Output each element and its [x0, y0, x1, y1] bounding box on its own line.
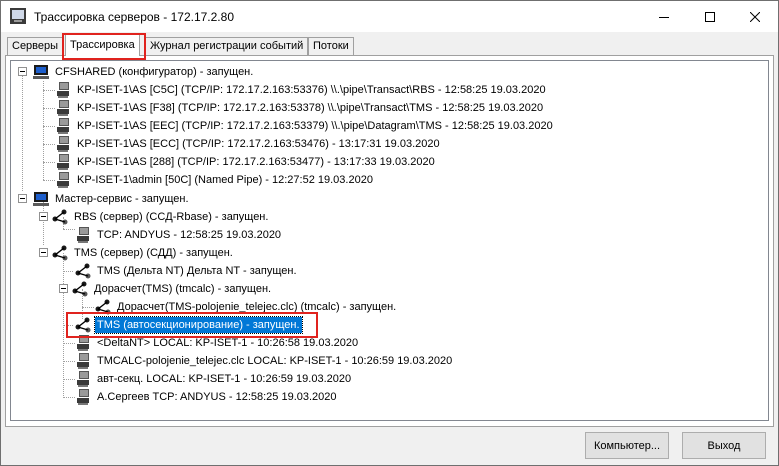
network-service-icon [75, 263, 91, 279]
tree-node-autosection-selected[interactable]: TMS (автосекционирование) - запущен. [74, 316, 303, 334]
tab-label: Журнал регистрации событий [150, 40, 304, 52]
tree-node-tms-server[interactable]: TMS (сервер) (СДД) - запущен. [51, 244, 235, 262]
window-title: Трассировка серверов - 172.17.2.80 [34, 10, 234, 24]
tree-node-tmcalc-polojenie[interactable]: Дорасчет(TMS-polojenie_telejec.clc) (tmc… [94, 298, 398, 316]
collapse-toggle[interactable] [39, 212, 48, 221]
maximize-button[interactable] [687, 1, 733, 32]
tree-node-label: CFSHARED (конфигуратор) - запущен. [55, 66, 254, 78]
tab-strip: Серверы Трассировка Журнал регистрации с… [5, 34, 773, 56]
tree-node-label: KP-ISET-1\AS [F38] (TCP/IP: 172.17.2.163… [77, 102, 544, 114]
client-icon [57, 82, 69, 98]
collapse-toggle[interactable] [18, 194, 27, 203]
tree-node-label: Мастер-сервис - запущен. [55, 193, 189, 205]
computer-button[interactable]: Компьютер... [585, 432, 669, 459]
tab-event-log[interactable]: Журнал регистрации событий [145, 37, 309, 56]
tree-node-label: KP-ISET-1\AS [C5C] (TCP/IP: 172.17.2.163… [77, 84, 546, 96]
client-icon [57, 136, 69, 152]
network-service-icon [72, 281, 88, 297]
tree-node-label: TMS (автосекционирование) - запущен. [94, 316, 303, 334]
client-icon [57, 118, 69, 134]
tree-node-label: KP-ISET-1\AS [ECC] (TCP/IP: 172.17.2.163… [77, 138, 440, 150]
tree-line [82, 307, 94, 308]
tree-line [43, 81, 44, 180]
tree-node-client[interactable]: авт-секц. LOCAL: KP-ISET-1 - 10:26:59 19… [74, 370, 353, 388]
close-button[interactable] [732, 1, 778, 32]
tree-node-master-service[interactable]: Мастер-сервис - запущен. [32, 190, 191, 208]
tree-node-client[interactable]: KP-ISET-1\AS [ECC] (TCP/IP: 172.17.2.163… [54, 135, 442, 153]
close-icon [750, 11, 760, 22]
client-icon [77, 389, 89, 405]
computer-icon [33, 65, 49, 79]
tab-label: Трассировка [70, 39, 135, 51]
tree-node-tmcalc[interactable]: Дорасчет(TMS) (tmcalc) - запущен. [71, 280, 273, 298]
tree-node-cfshared[interactable]: CFSHARED (конфигуратор) - запущен. [32, 63, 255, 81]
tree-node-tms-delta[interactable]: TMS (Дельта NT) Дельта NT - запущен. [74, 262, 299, 280]
network-service-icon [95, 299, 111, 315]
client-icon [57, 100, 69, 116]
tree-node-label: Дорасчет(TMS) (tmcalc) - запущен. [94, 283, 272, 295]
client-icon [57, 154, 69, 170]
tab-servers[interactable]: Серверы [7, 37, 64, 56]
title-bar[interactable]: Трассировка серверов - 172.17.2.80 [1, 1, 778, 32]
tree-node-label: RBS (сервер) (СCД-Rbase) - запущен. [74, 211, 269, 223]
collapse-toggle[interactable] [59, 284, 68, 293]
network-service-icon [52, 245, 68, 261]
tree-node-client[interactable]: KP-ISET-1\AS [288] (TCP/IP: 172.17.2.163… [54, 153, 437, 171]
tree-node-label: KP-ISET-1\AS [EEC] (TCP/IP: 172.17.2.163… [77, 120, 553, 132]
computer-icon [33, 192, 49, 206]
tree-node-label: TMCALC-polojenie_telejec.clc LOCAL: KP-I… [97, 355, 453, 367]
trace-servers-window: Трассировка серверов - 172.17.2.80 Серве… [0, 0, 779, 466]
tree-node-client[interactable]: KP-ISET-1\AS [F38] (TCP/IP: 172.17.2.163… [54, 99, 545, 117]
collapse-toggle[interactable] [39, 248, 48, 257]
tree-node-client[interactable]: TMCALC-polojenie_telejec.clc LOCAL: KP-I… [74, 352, 454, 370]
maximize-icon [705, 11, 715, 22]
tree-node-label: TMS (сервер) (СДД) - запущен. [74, 247, 233, 259]
client-icon [77, 335, 89, 351]
tab-label: Потоки [313, 40, 349, 52]
tree-node-rbs-server[interactable]: RBS (сервер) (СCД-Rbase) - запущен. [51, 208, 270, 226]
client-icon [77, 353, 89, 369]
tree-line [63, 325, 73, 326]
tree-line [22, 71, 23, 191]
collapse-toggle[interactable] [18, 67, 27, 76]
tab-label: Серверы [12, 40, 59, 52]
tree-line [63, 271, 73, 272]
tree-node-client[interactable]: KP-ISET-1\admin [50C] (Named Pipe) - 12:… [54, 171, 375, 189]
tree-node-client[interactable]: KP-ISET-1\AS [EEC] (TCP/IP: 172.17.2.163… [54, 117, 555, 135]
tree-node-label: KP-ISET-1\admin [50C] (Named Pipe) - 12:… [77, 174, 373, 186]
minimize-button[interactable] [641, 1, 687, 32]
tab-threads[interactable]: Потоки [308, 37, 354, 56]
tree-node-label: TCP: ANDYUS - 12:58:25 19.03.2020 [97, 229, 282, 241]
tree-node-label: А.Сергеев TCP: ANDYUS - 12:58:25 19.03.2… [97, 391, 337, 403]
tree-node-label: TMS (Дельта NT) Дельта NT - запущен. [97, 265, 297, 277]
client-icon [77, 227, 89, 243]
tree-node-client[interactable]: А.Сергеев TCP: ANDYUS - 12:58:25 19.03.2… [74, 388, 339, 406]
minimize-icon [659, 16, 669, 18]
server-tree[interactable]: CFSHARED (конфигуратор) - запущен. KP-IS… [10, 60, 769, 421]
app-icon [10, 8, 26, 24]
tree-node-client[interactable]: TCP: ANDYUS - 12:58:25 19.03.2020 [74, 226, 283, 244]
exit-button[interactable]: Выход [682, 432, 766, 459]
tree-node-client[interactable]: <DeltaNT> LOCAL: KP-ISET-1 - 10:26:58 19… [74, 334, 360, 352]
tree-node-label: авт-секц. LOCAL: KP-ISET-1 - 10:26:59 19… [97, 373, 352, 385]
tree-node-client[interactable]: KP-ISET-1\AS [C5C] (TCP/IP: 172.17.2.163… [54, 81, 548, 99]
network-service-icon [52, 209, 68, 225]
tab-tracing[interactable]: Трассировка [65, 34, 140, 56]
client-icon [77, 371, 89, 387]
tree-node-label: Дорасчет(TMS-polojenie_telejec.clc) (tmc… [117, 301, 397, 313]
tracing-panel: CFSHARED (конфигуратор) - запущен. KP-IS… [5, 55, 774, 427]
client-icon [57, 172, 69, 188]
tree-node-label: <DeltaNT> LOCAL: KP-ISET-1 - 10:26:58 19… [97, 337, 359, 349]
tree-node-label: KP-ISET-1\AS [288] (TCP/IP: 172.17.2.163… [77, 156, 435, 168]
network-service-icon [75, 317, 91, 333]
